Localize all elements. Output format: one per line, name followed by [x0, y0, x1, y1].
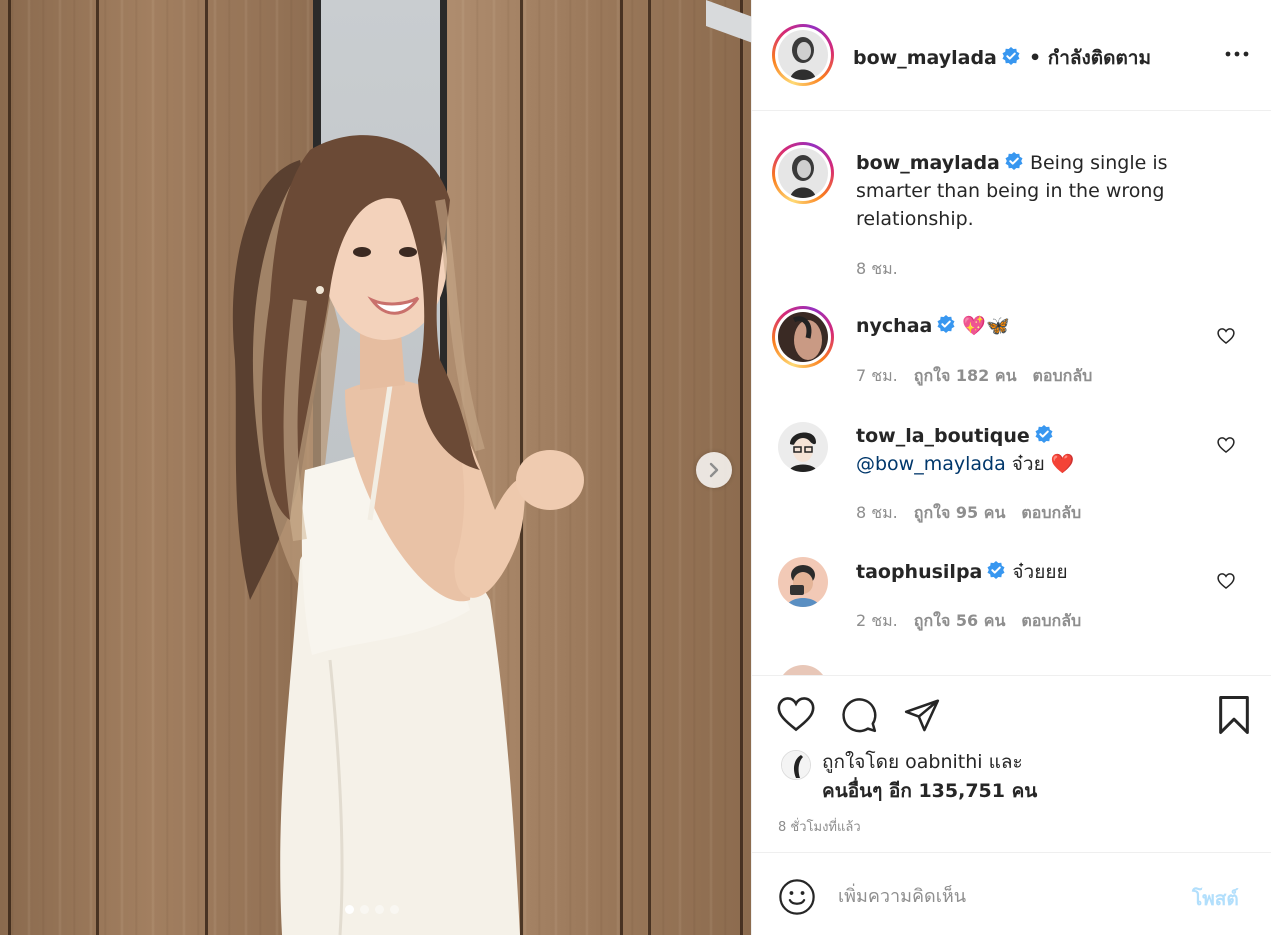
comments-list[interactable]: bow_maylada Being single is smarter than… [752, 112, 1271, 675]
post-comment-button[interactable]: โพสต์ [1192, 884, 1239, 914]
likes-count-button[interactable]: คนอื่นๆ อีก 135,751 คน [822, 780, 1037, 802]
bookmark-icon[interactable] [1216, 695, 1252, 735]
comment-time[interactable]: 2 ชม. [856, 611, 898, 630]
heart-icon[interactable] [1216, 326, 1236, 346]
likes-summary: ถูกใจโดย oabnithi และ คนอื่นๆ อีก 135,75… [822, 751, 1038, 802]
share-icon[interactable] [902, 696, 942, 734]
post-actions: ถูกใจโดย oabnithi และ คนอื่นๆ อีก 135,75… [752, 675, 1271, 852]
caption-author-avatar[interactable] [772, 142, 834, 204]
comment-text: จ๋วยยย [1012, 561, 1068, 583]
post-photo[interactable] [0, 0, 751, 935]
heart-icon[interactable] [776, 696, 816, 732]
author-username[interactable]: bow_maylada [853, 47, 997, 69]
carousel-indicator [345, 905, 399, 914]
add-comment-bar: โพสต์ [752, 852, 1271, 935]
comment-avatar[interactable] [772, 306, 834, 368]
avatar-image [778, 30, 828, 80]
comment-username[interactable]: taophusilpa [856, 561, 982, 583]
post-side-panel: bow_maylada • กำลังติดตาม bow_maylada Be… [751, 0, 1271, 935]
post-timestamp[interactable]: 8 ชั่วโมงที่แล้ว [778, 816, 861, 837]
comment-icon[interactable] [840, 696, 878, 734]
verified-badge-icon [987, 561, 1005, 579]
verified-badge-icon [1002, 47, 1020, 65]
comment-likes[interactable]: ถูกใจ 56 คน [914, 611, 1006, 630]
comment-username[interactable]: tow_la_boutique [856, 425, 1030, 447]
comment-mention-link[interactable]: @bow_maylada [856, 453, 1006, 475]
emoji-icon[interactable] [778, 878, 816, 916]
liker-avatar[interactable] [781, 750, 811, 780]
comment-avatar[interactable] [778, 557, 828, 607]
post-caption: bow_maylada Being single is smarter than… [856, 152, 1168, 230]
carousel-dot [360, 905, 369, 914]
verified-badge-icon [1005, 152, 1023, 170]
avatar-image [782, 751, 810, 779]
avatar-image [778, 557, 828, 607]
comment-likes[interactable]: ถูกใจ 182 คน [914, 366, 1017, 385]
comment-time[interactable]: 7 ชม. [856, 366, 898, 385]
comment-input[interactable] [838, 878, 1168, 914]
author-avatar[interactable] [772, 24, 834, 86]
more-options-icon[interactable] [1222, 44, 1252, 64]
comment-item: tow_la_boutique @bow_maylada จ๋วย ❤️ [856, 422, 1074, 478]
comment-avatar[interactable] [778, 665, 828, 675]
verified-badge-icon [937, 315, 955, 333]
photo-subject [232, 135, 584, 935]
reply-button[interactable]: ตอบกลับ [1033, 366, 1093, 385]
heart-icon[interactable] [1216, 571, 1236, 591]
comment-text: จ๋วย ❤️ [1011, 453, 1075, 475]
verified-badge-icon [1035, 425, 1053, 443]
carousel-dot [390, 905, 399, 914]
comment-avatar[interactable] [778, 422, 828, 472]
reply-button[interactable]: ตอบกลับ [1021, 611, 1081, 630]
reply-button[interactable]: ตอบกลับ [1021, 503, 1081, 522]
liker-username[interactable]: oabnithi [905, 751, 982, 773]
carousel-dot [345, 905, 354, 914]
carousel-next-button[interactable] [696, 452, 732, 488]
comment-item: taophusilpa จ๋วยยย [856, 558, 1068, 586]
avatar-image [778, 422, 828, 472]
avatar-image [778, 148, 828, 198]
carousel-dot [375, 905, 384, 914]
comment-username[interactable]: nychaa [856, 315, 932, 337]
heart-icon[interactable] [1216, 435, 1236, 455]
caption-time[interactable]: 8 ชม. [856, 259, 898, 278]
comment-text: 💖🦋 [962, 315, 1010, 337]
post-header: bow_maylada • กำลังติดตาม [752, 0, 1271, 111]
comment-time[interactable]: 8 ชม. [856, 503, 898, 522]
comment-likes[interactable]: ถูกใจ 95 คน [914, 503, 1006, 522]
avatar-image [778, 312, 828, 362]
chevron-right-icon [709, 462, 719, 478]
comment-item: nychaa 💖🦋 [856, 312, 1010, 340]
follow-status-button[interactable]: • กำลังติดตาม [1029, 47, 1151, 69]
